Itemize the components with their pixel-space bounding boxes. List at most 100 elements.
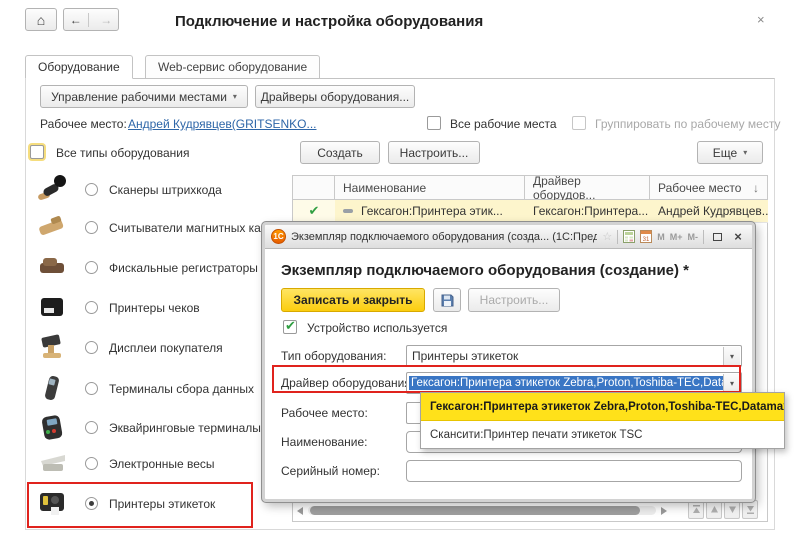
dropdown-option-scancity[interactable]: Скансити:Принтер печати этикеток TSC [421, 421, 784, 449]
table-header-driver[interactable]: Драйвер оборудов... [525, 175, 650, 200]
memory-minus-button[interactable]: M- [688, 232, 699, 242]
table-row-workplace-cell[interactable]: Андрей Кудрявцев... [650, 200, 768, 223]
electronic-scales-icon [35, 447, 71, 479]
scroll-up-button[interactable] [706, 500, 722, 519]
all-equipment-types-label: Все типы оборудования [56, 146, 189, 160]
serial-number-label: Серийный номер: [281, 464, 380, 478]
sidebar-item-barcode-scanners[interactable]: Сканеры штрихкода [27, 171, 277, 209]
chevron-down-icon: ▾ [233, 92, 237, 101]
sidebar-item-acquiring-terminals[interactable]: Эквайринговые терминалы [27, 409, 277, 447]
dialog-close-button[interactable]: × [730, 229, 746, 244]
cell-text: Гексагон:Принтера этик... [361, 204, 503, 218]
button-label: Записать и закрыть [294, 293, 413, 307]
home-button[interactable]: ⌂ [25, 8, 57, 31]
create-button[interactable]: Создать [300, 141, 380, 164]
option-label: Гексагон:Принтера этикеток Zebra,Proton,… [430, 401, 784, 413]
tab-label: Оборудование [38, 60, 120, 74]
button-label: Драйверы оборудования... [261, 90, 410, 104]
dialog-title: Экземпляр подключаемого оборудования (со… [291, 231, 597, 243]
sidebar-item-fiscal-registers[interactable]: Фискальные регистраторы [27, 249, 277, 287]
table-header-workplace[interactable]: Рабочее место ↓ [650, 175, 768, 200]
radio-button[interactable] [85, 421, 98, 434]
customer-display-icon [35, 331, 71, 363]
scroll-right-arrow[interactable] [661, 507, 667, 515]
equipment-drivers-button[interactable]: Драйверы оборудования... [255, 85, 415, 108]
configure-button[interactable]: Настроить... [388, 141, 480, 164]
window-close-button[interactable]: × [757, 12, 765, 27]
radio-button[interactable] [85, 457, 98, 470]
serial-number-field[interactable] [406, 460, 742, 482]
radio-button[interactable] [85, 382, 98, 395]
label-printers-highlight-box [27, 482, 253, 528]
calculator-icon[interactable] [623, 230, 635, 243]
save-and-close-button[interactable]: Записать и закрыть [281, 288, 425, 312]
scroll-bottom-button[interactable] [742, 500, 758, 519]
field-value: Принтеры этикеток [412, 349, 518, 363]
favorite-star-icon[interactable]: ☆ [602, 230, 612, 243]
back-button[interactable]: ← [64, 13, 89, 27]
save-button[interactable] [433, 288, 461, 312]
app-window: ⌂ ← → Подключение и настройка оборудован… [0, 0, 800, 545]
sidebar-item-customer-displays[interactable]: Дисплеи покупателя [27, 329, 277, 367]
sidebar-item-receipt-printers[interactable]: Принтеры чеков [27, 289, 277, 327]
dropdown-option-hexagon[interactable]: Гексагон:Принтера этикеток Zebra,Proton,… [421, 393, 784, 421]
group-by-workplace-checkbox[interactable] [572, 116, 586, 130]
radio-button[interactable] [85, 341, 98, 354]
radio-button[interactable] [85, 261, 98, 274]
sidebar-item-label: Дисплеи покупателя [109, 341, 223, 355]
sidebar-item-data-terminals[interactable]: Терминалы сбора данных [27, 370, 277, 408]
dialog-configure-button[interactable]: Настроить... [468, 288, 560, 312]
chevron-down-icon: ▾ [730, 352, 734, 361]
scroll-top-button[interactable] [688, 500, 704, 519]
scroll-left-arrow[interactable] [297, 507, 303, 515]
sidebar-item-electronic-scales[interactable]: Электронные весы [27, 445, 277, 483]
workplace-label: Рабочее место: [40, 117, 127, 131]
table-row-name-cell[interactable]: Гексагон:Принтера этик... [335, 200, 525, 223]
tab-web-service[interactable]: Web-сервис оборудование [145, 55, 320, 79]
radio-button[interactable] [85, 221, 98, 234]
sidebar-item-card-readers[interactable]: Считыватели магнитных карт [27, 209, 277, 247]
scroll-down-button[interactable] [724, 500, 740, 519]
workplace-field-label: Рабочее место: [281, 406, 368, 420]
all-equipment-types-checkbox[interactable] [30, 145, 44, 159]
titlebar-divider [703, 230, 704, 244]
memory-plus-button[interactable]: M+ [670, 232, 683, 242]
table-header-name[interactable]: Наименование [335, 175, 525, 200]
forward-icon: → [100, 13, 112, 27]
radio-button[interactable] [85, 301, 98, 314]
column-label: Наименование [343, 181, 426, 195]
horizontal-scrollbar-thumb[interactable] [310, 506, 640, 515]
table-row-status-cell[interactable]: ✔ [293, 200, 335, 223]
dialog-maximize-button[interactable] [709, 229, 725, 244]
acquiring-terminal-icon [35, 411, 71, 443]
workplace-link[interactable]: Андрей Кудрявцев(GRITSENKO... [128, 117, 316, 131]
dropdown-button[interactable]: ▾ [723, 347, 740, 365]
sort-descending-icon: ↓ [753, 181, 759, 195]
device-used-checkbox[interactable]: ✔ [283, 320, 297, 334]
column-label: Рабочее место [658, 181, 741, 195]
fiscal-register-icon [35, 251, 71, 283]
dialog-titlebar[interactable]: 1С Экземпляр подключаемого оборудования … [265, 225, 752, 249]
table-header-status[interactable] [292, 175, 335, 200]
all-workplaces-checkbox[interactable] [427, 116, 441, 130]
workplace-management-button[interactable]: Управление рабочими местами ▾ [40, 85, 248, 108]
driver-field-highlight-box [272, 365, 741, 393]
sidebar-item-label: Терминалы сбора данных [109, 382, 254, 396]
cell-text: Андрей Кудрявцев... [658, 204, 768, 218]
home-icon: ⌂ [37, 12, 45, 28]
horizontal-scrollbar[interactable] [308, 506, 656, 515]
sidebar-item-label: Фискальные регистраторы [109, 261, 258, 275]
forward-button[interactable]: → [95, 13, 119, 27]
column-label: Драйвер оборудов... [533, 174, 641, 202]
equipment-type-field[interactable]: Принтеры этикеток ▾ [406, 345, 742, 367]
barcode-scanner-icon [35, 173, 71, 205]
more-button[interactable]: Еще ▾ [697, 141, 763, 164]
tab-equipment[interactable]: Оборудование [25, 55, 133, 79]
go-bottom-icon [746, 505, 755, 514]
button-label: Создать [317, 146, 363, 160]
table-row-driver-cell[interactable]: Гексагон:Принтера... [525, 200, 650, 223]
radio-button[interactable] [85, 183, 98, 196]
memory-button[interactable]: M [657, 232, 665, 242]
calendar-icon[interactable]: 31 [640, 230, 652, 243]
go-top-icon [692, 505, 701, 514]
